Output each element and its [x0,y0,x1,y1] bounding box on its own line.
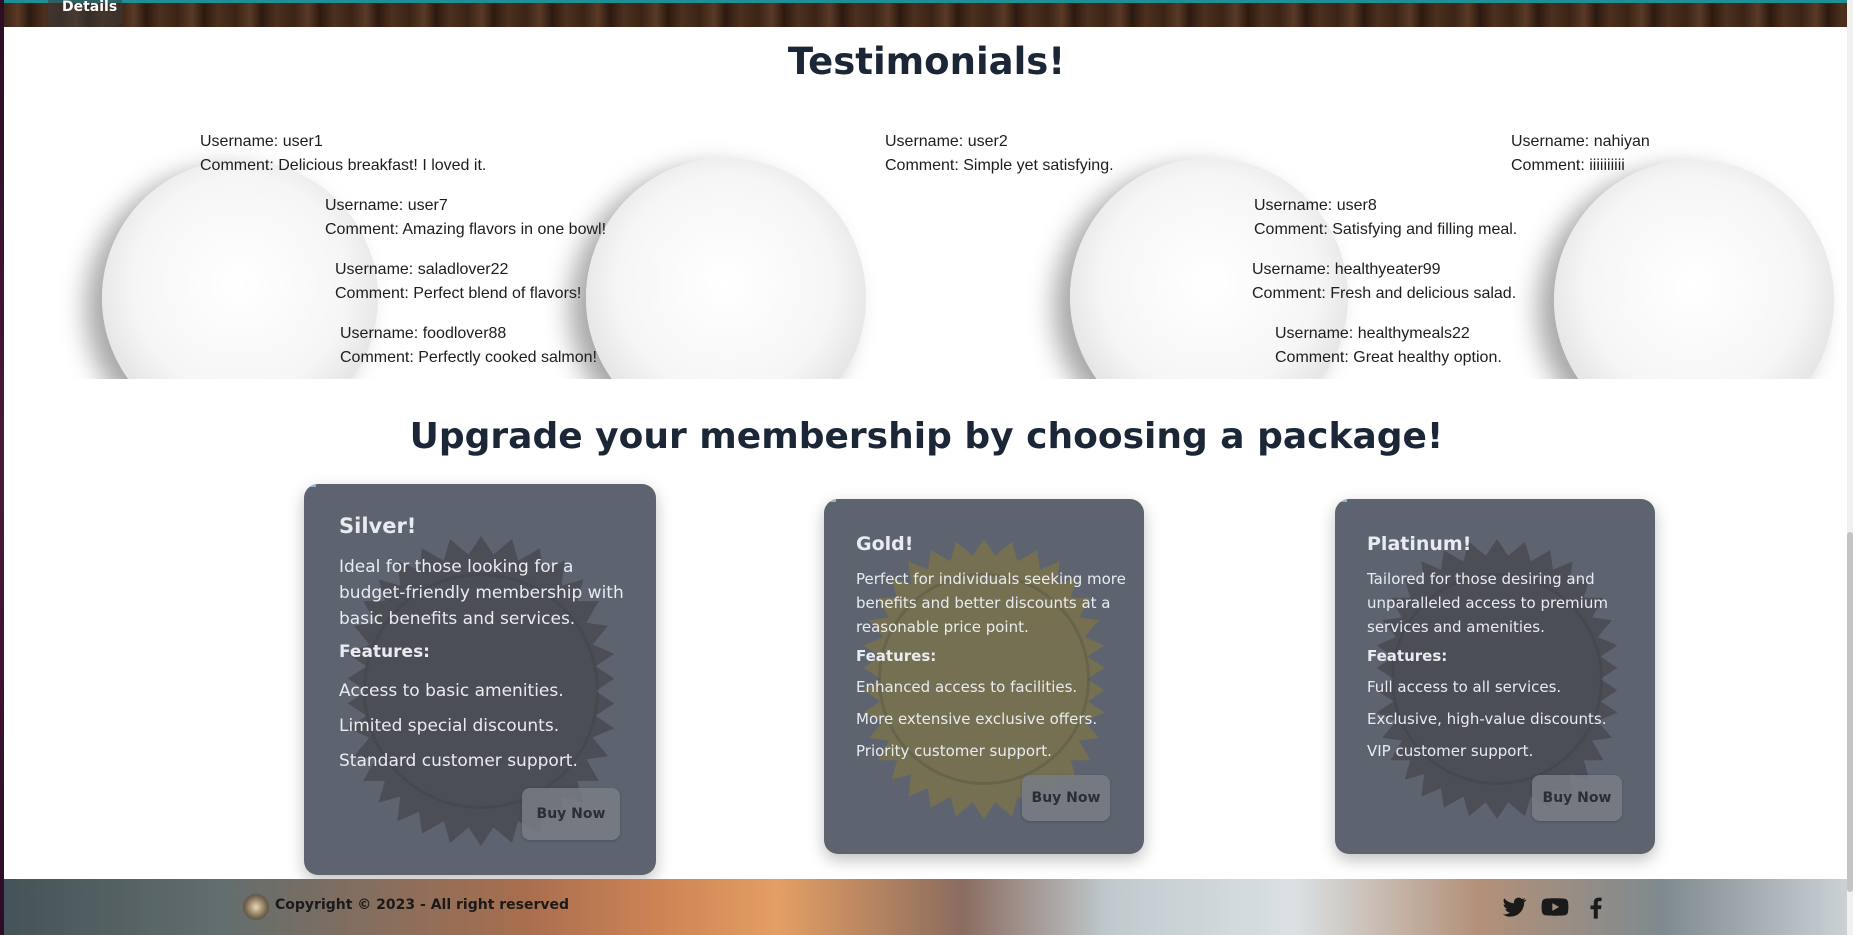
package-card-platinum: Platinum! Tailored for those desiring an… [1335,499,1655,854]
testimonial-username: Username: healthyeater99 [1252,261,1441,278]
twitter-icon[interactable] [1500,893,1528,921]
feature-item: Full access to all services. [1367,678,1562,696]
testimonial-comment: Comment: Great healthy option. [1275,349,1502,366]
feature-item: More extensive exclusive offers. [856,710,1098,728]
testimonial-comment: Comment: iiiiiiiiii [1511,157,1625,174]
footer: Copyright © 2023 - All right reserved [4,879,1847,935]
testimonial-comment: Comment: Delicious breakfast! I loved it… [200,157,487,174]
scrollbar[interactable] [1847,0,1853,935]
copyright-text: Copyright © 2023 - All right reserved [275,897,570,913]
testimonial-comment: Comment: Fresh and delicious salad. [1252,285,1517,302]
testimonial-card: Username: user7 Comment: Amazing flavors… [325,194,606,242]
package-card-silver: Silver! Ideal for those looking for a bu… [304,484,656,875]
testimonials-title: Testimonials! [787,40,1066,83]
package-card-gold: Gold! Perfect for individuals seeking mo… [824,499,1144,854]
testimonial-username: Username: saladlover22 [335,261,509,278]
testimonial-card: Username: healthyeater99 Comment: Fresh … [1252,258,1516,306]
plate-image [1554,160,1834,379]
testimonial-card: Username: healthymeals22 Comment: Great … [1275,322,1502,370]
testimonial-username: Username: user8 [1254,197,1377,214]
feature-item: Limited special discounts. [339,716,560,736]
feature-item: Access to basic amenities. [339,681,564,701]
buy-now-button[interactable]: Buy Now [522,788,620,840]
testimonials-section: Username: user1 Comment: Delicious break… [0,90,1853,379]
feature-list: Access to basic amenities. Limited speci… [339,674,656,779]
package-description: Ideal for those looking for a budget-fri… [339,557,624,629]
page: Details Testimonials! Username: user1 Co… [0,0,1853,935]
details-tab[interactable]: Details [48,0,122,27]
facebook-icon[interactable] [1582,893,1610,921]
testimonial-comment: Comment: Satisfying and filling meal. [1254,221,1518,238]
testimonial-comment: Comment: Amazing flavors in one bowl! [325,221,607,238]
testimonial-username: Username: user1 [200,133,323,150]
scrollbar-thumb[interactable] [1847,532,1853,892]
testimonial-card: Username: user8 Comment: Satisfying and … [1254,194,1517,242]
testimonial-card: Username: saladlover22 Comment: Perfect … [335,258,581,306]
youtube-icon[interactable] [1541,893,1569,921]
logo-icon [243,894,269,920]
testimonial-comment: Comment: Perfect blend of flavors! [335,285,582,302]
buy-now-button[interactable]: Buy Now [1532,775,1622,821]
testimonial-card: Username: user1 Comment: Delicious break… [200,130,486,178]
testimonial-card: Username: user2 Comment: Simple yet sati… [885,130,1114,178]
testimonial-card: Username: nahiyan Comment: iiiiiiiiii [1511,130,1650,178]
testimonial-card: Username: foodlover88 Comment: Perfectly… [340,322,597,370]
feature-item: Exclusive, high-value discounts. [1367,710,1607,728]
package-description: Perfect for individuals seeking more ben… [856,570,1126,636]
feature-list: Full access to all services. Exclusive, … [1367,671,1655,767]
testimonial-username: Username: healthymeals22 [1275,325,1470,342]
testimonial-username: Username: user7 [325,197,448,214]
feature-item: Standard customer support. [339,751,578,771]
features-label: Features: [339,642,430,662]
testimonial-comment: Comment: Simple yet satisfying. [885,157,1114,174]
testimonial-username: Username: nahiyan [1511,133,1650,150]
package-name: Platinum! [1367,533,1472,555]
features-label: Features: [856,647,937,665]
feature-item: VIP customer support. [1367,742,1534,760]
top-banner: Details [4,0,1847,27]
membership-title: Upgrade your membership by choosing a pa… [409,416,1444,457]
package-name: Gold! [856,533,914,555]
feature-item: Priority customer support. [856,742,1052,760]
features-label: Features: [1367,647,1448,665]
buy-now-button[interactable]: Buy Now [1022,775,1110,821]
feature-item: Enhanced access to facilities. [856,678,1078,696]
testimonial-username: Username: user2 [885,133,1008,150]
feature-list: Enhanced access to facilities. More exte… [856,671,1144,767]
testimonial-comment: Comment: Perfectly cooked salmon! [340,349,597,366]
testimonial-username: Username: foodlover88 [340,325,507,342]
package-description: Tailored for those desiring and unparall… [1367,570,1608,636]
plate-image [586,158,866,379]
package-name: Silver! [339,514,417,538]
